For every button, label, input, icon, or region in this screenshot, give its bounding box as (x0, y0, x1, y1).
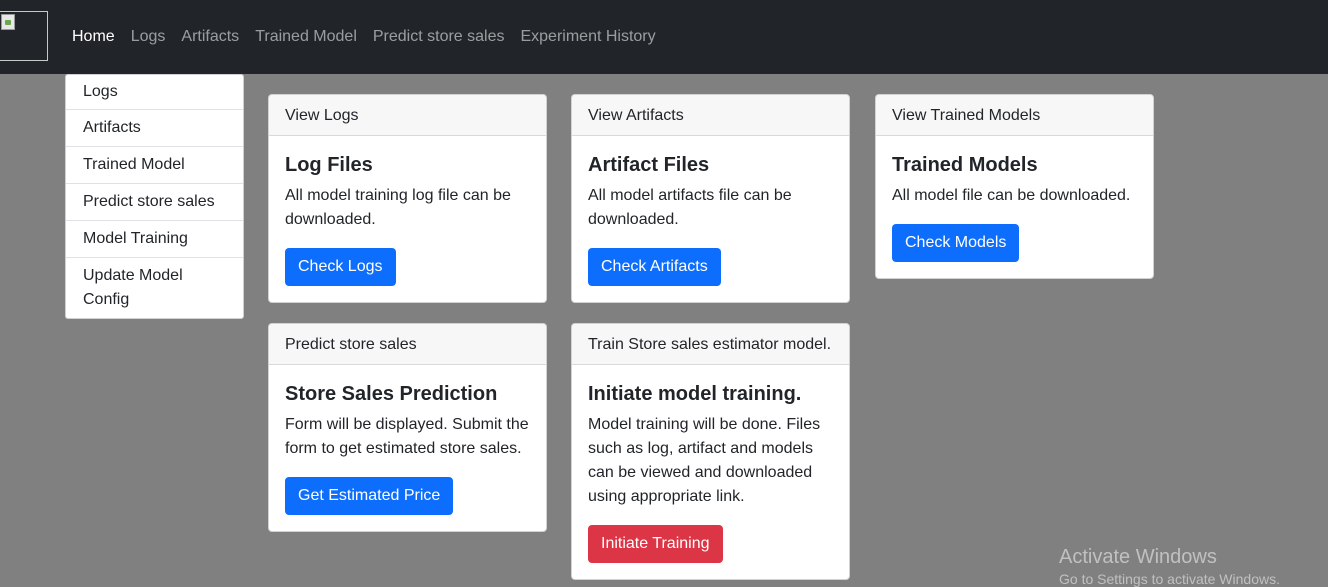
card-text: Model training will be done. Files such … (588, 416, 821, 505)
card-header: View Artifacts (572, 95, 849, 136)
card-view-trained-models: View Trained Models Trained Models All m… (875, 94, 1154, 279)
card-body: Artifact Files All model artifacts file … (572, 136, 849, 302)
home-dropdown-menu: Logs Artifacts Trained Model Predict sto… (65, 74, 244, 319)
card-title: Log Files (285, 154, 373, 176)
nav-home[interactable]: Home (72, 28, 115, 46)
nav-experiment-history[interactable]: Experiment History (520, 28, 655, 46)
card-header: View Logs (269, 95, 546, 136)
check-artifacts-button[interactable]: Check Artifacts (588, 248, 721, 286)
card-text: All model training log file can be downl… (285, 187, 511, 228)
dropdown-item-logs[interactable]: Logs (66, 75, 243, 110)
card-header: Predict store sales (269, 324, 546, 365)
card-view-artifacts: View Artifacts Artifact Files All model … (571, 94, 850, 303)
dropdown-item-predict-store-sales[interactable]: Predict store sales (66, 184, 243, 221)
check-models-button[interactable]: Check Models (892, 224, 1020, 262)
dropdown-item-model-training[interactable]: Model Training (66, 221, 243, 258)
card-text: All model artifacts file can be download… (588, 187, 792, 228)
card-view-logs: View Logs Log Files All model training l… (268, 94, 547, 303)
brand-logo-broken-image[interactable] (0, 11, 48, 61)
card-title: Artifact Files (588, 154, 710, 176)
activate-windows-watermark-title: Activate Windows (1059, 546, 1217, 568)
initiate-training-button[interactable]: Initiate Training (588, 525, 723, 563)
broken-image-icon (1, 14, 15, 30)
nav-links: Home Logs Artifacts Trained Model Predic… (72, 0, 672, 74)
card-text: All model file can be downloaded. (892, 187, 1131, 204)
card-train-model: Train Store sales estimator model. Initi… (571, 323, 850, 580)
top-navbar: Home Logs Artifacts Trained Model Predic… (0, 0, 1328, 74)
card-predict-store-sales: Predict store sales Store Sales Predicti… (268, 323, 547, 532)
dropdown-item-artifacts[interactable]: Artifacts (66, 110, 243, 147)
card-body: Initiate model training. Model training … (572, 365, 849, 579)
card-title: Store Sales Prediction (285, 383, 498, 405)
get-estimated-price-button[interactable]: Get Estimated Price (285, 477, 454, 515)
card-header: Train Store sales estimator model. (572, 324, 849, 365)
nav-trained-model[interactable]: Trained Model (255, 28, 357, 46)
card-body: Log Files All model training log file ca… (269, 136, 546, 302)
nav-logs[interactable]: Logs (131, 28, 166, 46)
dropdown-item-update-model-config[interactable]: Update Model Config (66, 258, 243, 318)
card-title: Initiate model training. (588, 383, 802, 405)
nav-predict-store-sales[interactable]: Predict store sales (373, 28, 505, 46)
card-body: Store Sales Prediction Form will be disp… (269, 365, 546, 531)
card-text: Form will be displayed. Submit the form … (285, 416, 529, 457)
check-logs-button[interactable]: Check Logs (285, 248, 396, 286)
card-body: Trained Models All model file can be dow… (876, 136, 1153, 278)
card-title: Trained Models (892, 154, 1038, 176)
nav-artifacts[interactable]: Artifacts (181, 28, 239, 46)
card-header: View Trained Models (876, 95, 1153, 136)
dropdown-item-trained-model[interactable]: Trained Model (66, 147, 243, 184)
